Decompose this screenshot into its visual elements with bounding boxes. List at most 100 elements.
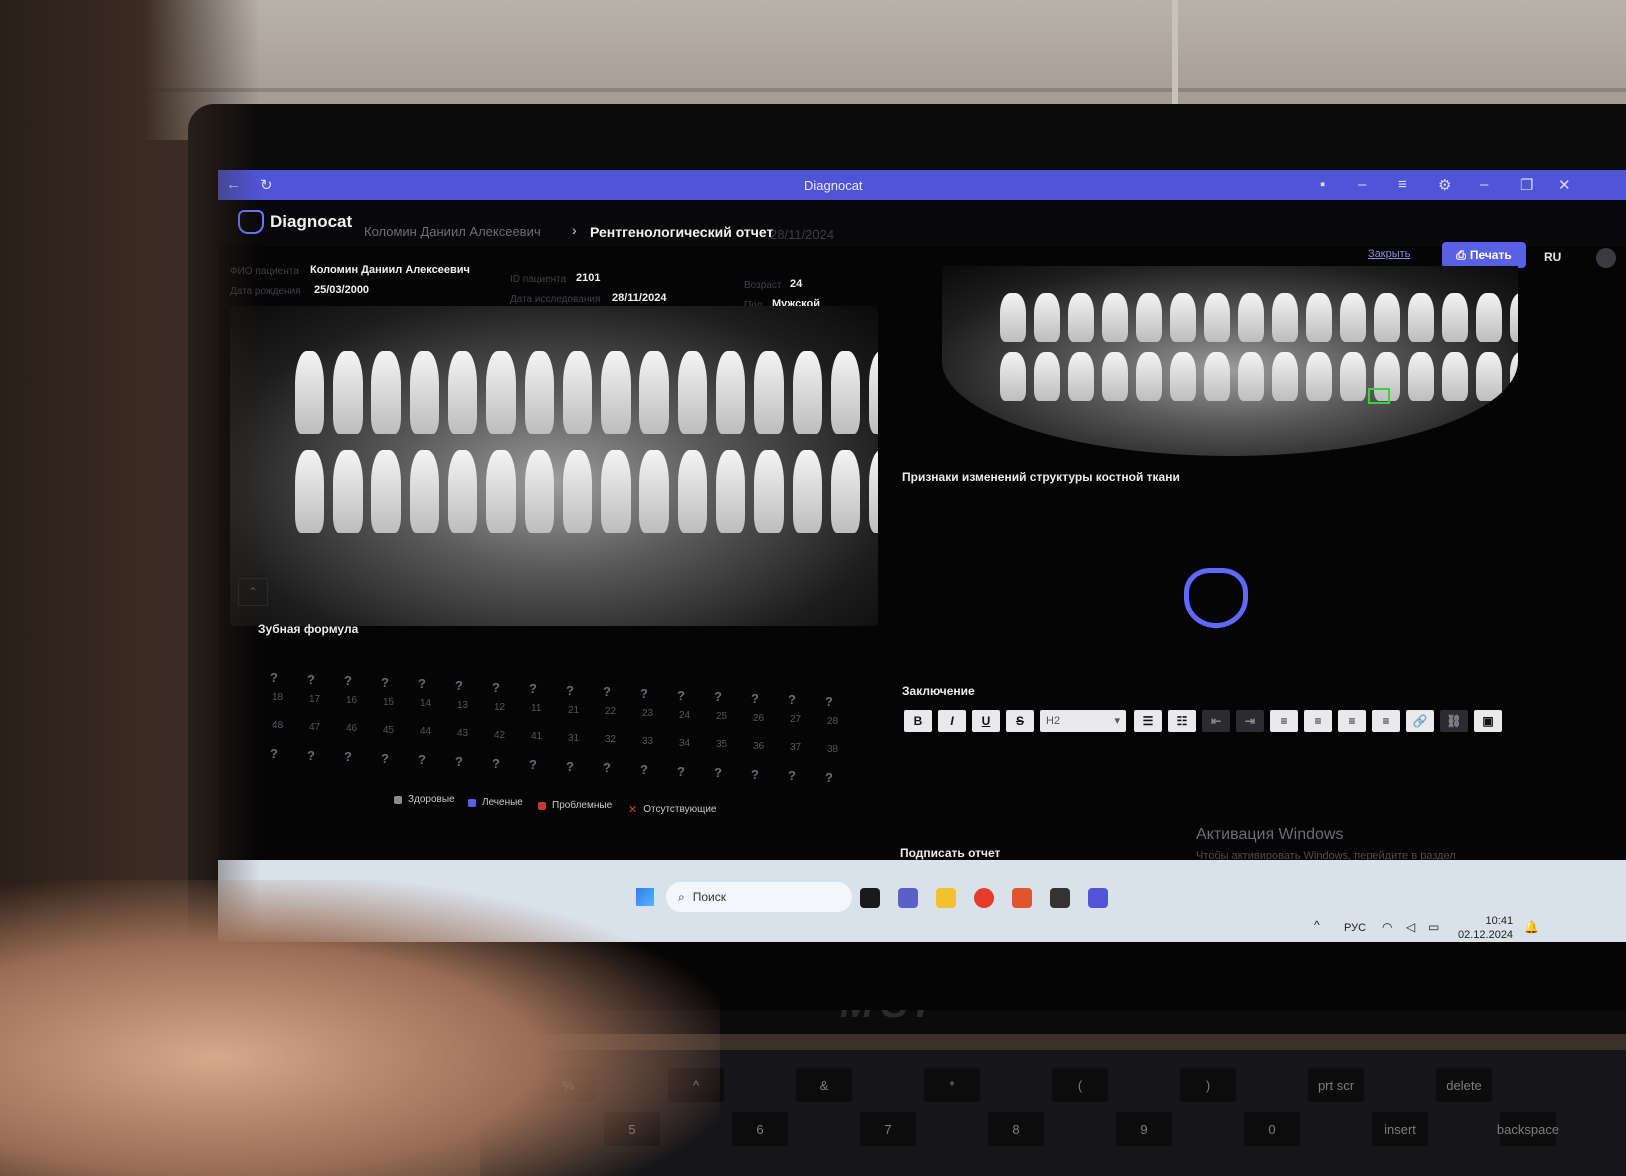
tooth-status-lower[interactable]: ? (529, 757, 537, 772)
diagnocat-taskbar-icon[interactable] (1088, 888, 1108, 908)
heading-select[interactable]: H2 ▾ (1040, 710, 1126, 732)
menu-icon[interactable]: ≡ (1398, 176, 1407, 193)
italic-button[interactable]: I (938, 710, 966, 732)
bullet-list-icon[interactable]: ☰ (1134, 710, 1162, 732)
tooth-shape (1237, 351, 1265, 401)
yandex-browser-icon[interactable] (974, 888, 994, 908)
task-view-icon[interactable] (860, 888, 880, 908)
tooth-status-lower[interactable]: ? (751, 767, 759, 782)
tooth-status-upper[interactable]: ? (640, 686, 648, 701)
underline-button[interactable]: U (972, 710, 1000, 732)
tooth-shape (1101, 292, 1128, 342)
print-button[interactable]: ⎙ Печать (1442, 242, 1526, 268)
align-left-icon[interactable]: ≡ (1270, 710, 1298, 732)
tooth-status-upper[interactable]: ? (566, 683, 574, 698)
tooth-shape (1408, 351, 1435, 401)
tooth-status-upper[interactable]: ? (344, 673, 352, 688)
window-titlebar: ← ↻ Diagnocat ▪ – ≡ ⚙ – ❐ ✕ (218, 170, 1626, 200)
window-close-icon[interactable]: ✕ (1558, 176, 1571, 194)
align-center-icon[interactable]: ≡ (1304, 710, 1332, 732)
teams-icon[interactable] (898, 888, 918, 908)
tooth-status-lower[interactable]: ? (640, 762, 648, 777)
tooth-status-upper[interactable]: ? (381, 675, 389, 690)
close-link[interactable]: Закрыть (1368, 248, 1410, 260)
bold-button[interactable]: B (904, 710, 932, 732)
tooth-shape (716, 350, 746, 434)
window-restore-icon[interactable]: ❐ (1520, 176, 1533, 194)
keyboard-key: 0 (1244, 1112, 1300, 1146)
language-switch[interactable]: RU (1544, 250, 1561, 264)
tooth-status-lower[interactable]: ? (418, 752, 426, 767)
explorer-icon[interactable] (936, 888, 956, 908)
tooth-shape (1510, 292, 1518, 342)
app-logo[interactable]: Diagnocat (270, 212, 352, 232)
tooth-status-lower[interactable]: ? (825, 770, 833, 785)
tooth-status-lower[interactable]: ? (270, 746, 278, 761)
battery-icon[interactable]: ▭ (1428, 920, 1439, 934)
keyboard-key: 8 (988, 1112, 1044, 1146)
breadcrumb-patient[interactable]: Коломин Даниил Алексеевич (364, 224, 541, 239)
tooth-shape (409, 450, 440, 534)
tooth-status-upper[interactable]: ? (677, 688, 685, 703)
tooth-status-upper[interactable]: ? (603, 684, 611, 699)
volume-icon[interactable]: ◁ (1406, 920, 1415, 934)
tooth-status-lower[interactable]: ? (492, 756, 500, 771)
tooth-status-lower[interactable]: ? (788, 768, 796, 783)
chevron-up-icon[interactable]: ^ (1314, 918, 1320, 932)
tooth-status-upper[interactable]: ? (455, 678, 463, 693)
app-icon[interactable] (1012, 888, 1032, 908)
tooth-number-upper: 14 (420, 698, 432, 710)
tray-clock[interactable]: 10:41 02.12.2024 (1458, 914, 1513, 942)
tooth-status-upper[interactable]: ? (788, 692, 796, 707)
tooth-status-upper[interactable]: ? (714, 689, 722, 704)
wifi-icon[interactable]: ◠ (1382, 920, 1392, 934)
panoramic-xray-image[interactable] (230, 306, 878, 626)
tooth-status-upper[interactable]: ? (529, 681, 537, 696)
tooth-status-upper[interactable]: ? (307, 672, 315, 687)
legend-label: Проблемные (552, 800, 613, 811)
image-icon[interactable]: ▣ (1474, 710, 1502, 732)
tooth-status-lower[interactable]: ? (455, 754, 463, 769)
avatar[interactable] (1596, 248, 1616, 268)
tooth-shape (371, 350, 401, 434)
finding-marker[interactable] (1368, 388, 1390, 404)
indent-icon[interactable]: ⇥ (1236, 710, 1264, 732)
tooth-status-upper[interactable]: ? (492, 680, 500, 695)
tooth-shape (601, 350, 631, 434)
tooth-shape (1305, 351, 1333, 401)
outdent-icon[interactable]: ⇤ (1202, 710, 1230, 732)
tooth-status-lower[interactable]: ? (344, 749, 352, 764)
numbered-list-icon[interactable]: ☷ (1168, 710, 1196, 732)
tooth-status-upper[interactable]: ? (751, 691, 759, 706)
align-justify-icon[interactable]: ≡ (1372, 710, 1400, 732)
tooth-shape (716, 450, 746, 534)
finding-xray-image[interactable] (942, 266, 1518, 456)
tray-language[interactable]: РУС (1344, 922, 1366, 934)
tooth-status-lower[interactable]: ? (603, 760, 611, 775)
tooth-shape (1408, 292, 1435, 342)
tooth-status-lower[interactable]: ? (714, 765, 722, 780)
keyboard-key: backspace (1497, 1112, 1559, 1146)
extension-icon[interactable]: ⚙ (1438, 176, 1451, 194)
tooth-status-upper[interactable]: ? (825, 694, 833, 709)
tooth-status-lower[interactable]: ? (677, 764, 685, 779)
tooth-status-lower[interactable]: ? (381, 751, 389, 766)
align-right-icon[interactable]: ≡ (1338, 710, 1366, 732)
strikethrough-button[interactable]: S (1006, 710, 1034, 732)
disk-icon[interactable] (1050, 888, 1070, 908)
tooth-status-upper[interactable]: ? (418, 676, 426, 691)
window-title: Diagnocat (804, 178, 863, 193)
notification-bell-icon[interactable]: 🔔 (1524, 920, 1539, 934)
tooth-status-lower[interactable]: ? (566, 759, 574, 774)
refresh-icon[interactable]: ↻ (260, 176, 273, 194)
window-minimize-icon[interactable]: – (1480, 176, 1488, 193)
tooth-status-upper[interactable]: ? (270, 670, 278, 685)
tooth-status-lower[interactable]: ? (307, 748, 315, 763)
tooth-shape (409, 350, 440, 434)
link-icon[interactable]: 🔗 (1406, 710, 1434, 732)
minimize-app-icon[interactable]: – (1358, 176, 1366, 193)
finding-title: Признаки изменений структуры костной тка… (902, 470, 1180, 484)
unlink-icon[interactable]: ⛓ (1440, 710, 1468, 732)
app-header (218, 200, 1626, 246)
chat-icon[interactable]: ▪ (1320, 176, 1325, 193)
